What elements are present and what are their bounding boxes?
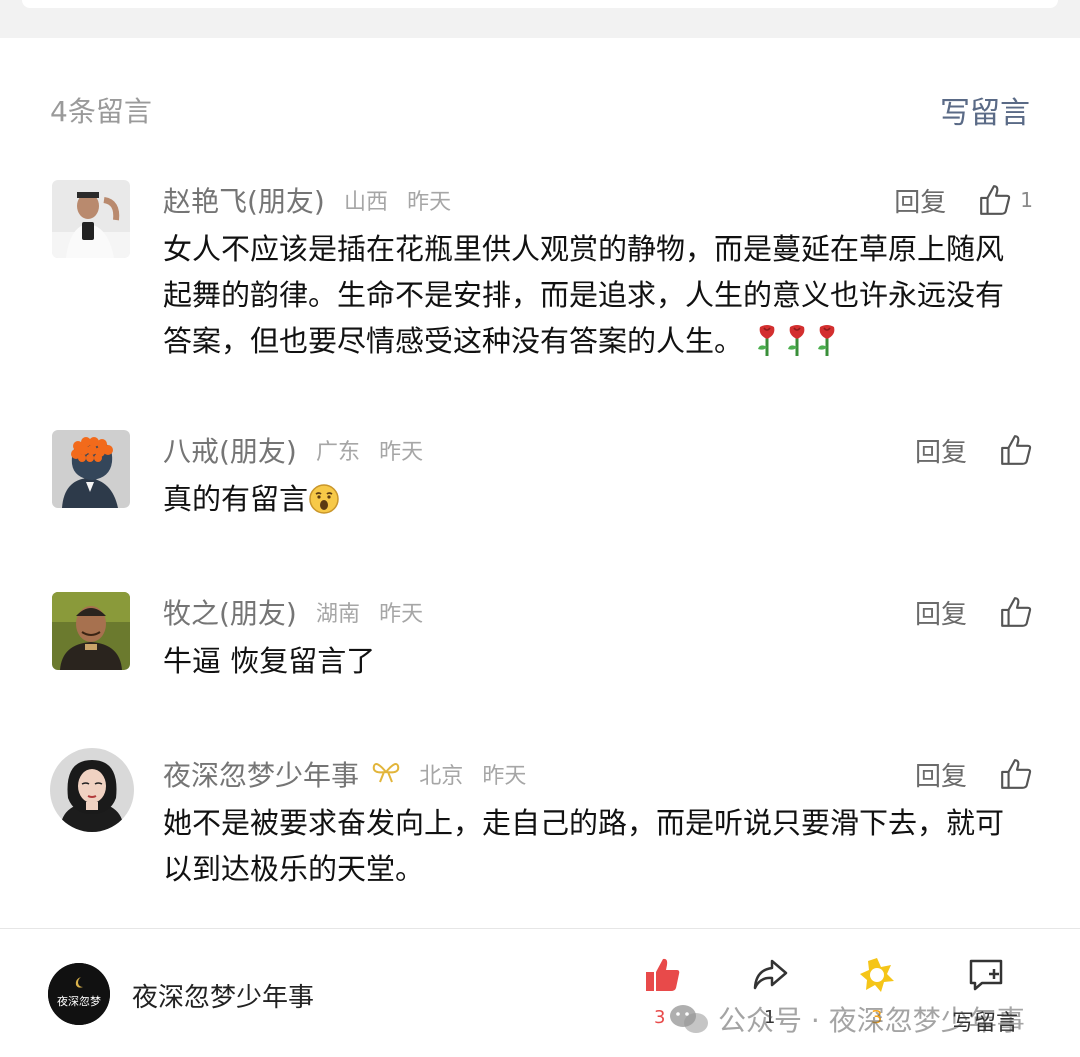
avatar[interactable] [52,180,130,258]
reply-button[interactable]: 回复 [915,594,967,631]
avatar[interactable] [50,748,134,832]
rose-emoji [752,323,782,370]
comment-count: 4条留言 [50,95,152,128]
commenter-name[interactable]: 赵艳飞(朋友) [163,185,325,218]
comment-body: 八戒(朋友) 广东 昨天 回复 真的有留言 [163,430,1033,528]
comment-meta: 八戒(朋友) 广东 昨天 回复 [163,430,1033,470]
thumbs-up-icon [1001,435,1032,465]
moon-logo-icon: 夜深忽梦 [48,963,110,1025]
avatar[interactable] [52,430,130,508]
comment-text: 女人不应该是插在花瓶里供人观赏的静物，而是蔓延在草原上随风起舞的韵律。生命不是安… [163,226,1023,370]
like-count: 3 [654,1007,666,1028]
comment-time: 昨天 [379,440,424,465]
share-arrow-icon [753,959,788,990]
like-count: 1 [1020,188,1033,212]
commenter-name[interactable]: 八戒(朋友) [163,435,297,468]
like-button[interactable] [999,433,1033,467]
wechat-icon [670,1005,708,1033]
reply-button[interactable]: 回复 [915,756,967,793]
like-button[interactable] [999,595,1033,629]
comment-time: 昨天 [379,602,424,627]
account-logo[interactable]: 夜深忽梦 [48,963,110,1025]
comment-text-content: 真的有留言 [163,482,309,516]
comment-body: 夜深忽梦少年事 北京 昨天 回复 她不是被要求奋发向上，走自己的路，而是听说只要… [163,754,1033,892]
comment-meta: 夜深忽梦少年事 北京 昨天 回复 [163,754,1033,794]
write-comment-link[interactable]: 写留言 [940,88,1030,132]
comment-text: 她不是被要求奋发向上，走自己的路，而是听说只要滑下去，就可以到达极乐的天堂。 [163,806,1005,886]
thumbs-up-filled-icon [646,958,680,991]
reply-button[interactable]: 回复 [915,432,967,469]
thumbs-up-icon [1001,759,1032,789]
avatar[interactable] [52,592,130,670]
surprised-face-emoji [308,482,340,528]
like-button[interactable]: 1 [978,183,1033,217]
thumbs-up-icon [980,185,1011,215]
article-card-edge [22,0,1058,8]
comment-meta: 赵艳飞(朋友) 山西 昨天 回复 1 [163,180,1033,220]
account-name[interactable]: 夜深忽梦少年事 [132,977,314,1014]
comment-add-icon [969,959,1003,991]
star-wow-icon [860,958,894,992]
comment-text: 牛逼 恢复留言了 [163,644,376,678]
comment-text-content: 女人不应该是插在花瓶里供人观赏的静物，而是蔓延在草原上随风起舞的韵律。生命不是安… [163,232,1005,358]
bow-icon [372,760,400,788]
like-button[interactable] [999,757,1033,791]
comments-header: 4条留言 写留言 [50,88,1030,132]
comment-actions: 回复 [915,430,1033,470]
commenter-name[interactable]: 夜深忽梦少年事 [163,759,359,792]
thumbs-up-icon [1001,597,1032,627]
comment-actions: 回复 [915,592,1033,632]
commenter-region: 湖南 [315,602,360,627]
reply-button[interactable]: 回复 [894,182,946,219]
commenter-region: 广东 [315,440,360,465]
rose-emoji [812,323,842,370]
commenter-name[interactable]: 牧之(朋友) [163,597,297,630]
comment-body: 赵艳飞(朋友) 山西 昨天 回复 1 女人不应该是插在花瓶里供人观赏的静物，而是… [163,180,1033,370]
rose-emoji [782,323,812,370]
comment-body: 牧之(朋友) 湖南 昨天 回复 牛逼 恢复留言了 [163,592,1033,684]
comment-actions: 回复 [915,754,1033,794]
comment-meta: 牧之(朋友) 湖南 昨天 回复 [163,592,1033,632]
commenter-region: 山西 [343,190,388,215]
commenter-region: 北京 [419,764,464,789]
comment-time: 昨天 [407,190,452,215]
bottom-toolbar: 夜深忽梦 夜深忽梦少年事 3 1 3 公众号 · 夜深忽梦少年事 写留言 [0,928,1080,1057]
write-comment-label[interactable]: 写留言 [952,1005,1018,1037]
comment-time: 昨天 [482,764,527,789]
comment-actions: 回复 1 [894,180,1033,220]
comment-text: 真的有留言 [163,476,1023,528]
logo-text: 夜深忽梦 [57,994,101,1008]
